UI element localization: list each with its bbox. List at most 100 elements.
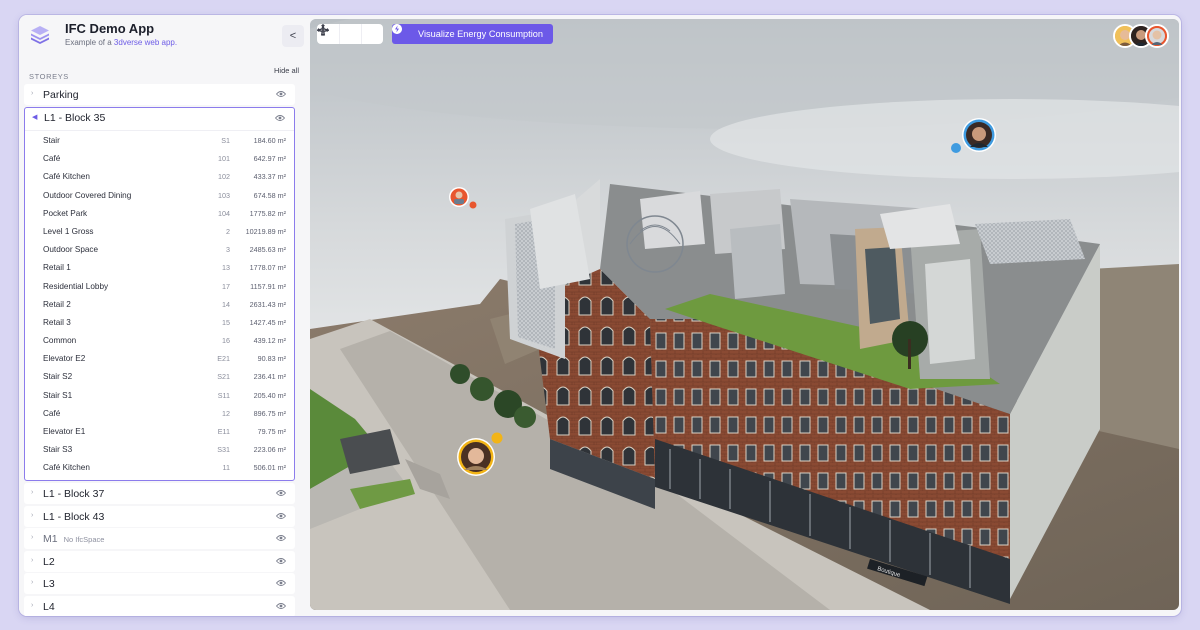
fly-tool-button[interactable] bbox=[317, 24, 361, 44]
storey-item[interactable]: › L4 bbox=[24, 596, 295, 616]
caret-right-icon[interactable]: › bbox=[31, 579, 33, 586]
storey-name: L1 - Block 43 bbox=[43, 510, 105, 523]
space-row[interactable]: Elevator E1 E11 79.75 m² bbox=[25, 423, 294, 441]
storey-name: Parking bbox=[43, 89, 79, 101]
space-row[interactable]: Residential Lobby 17 1157.91 m² bbox=[25, 278, 294, 296]
space-name: Stair S1 bbox=[43, 390, 73, 400]
divider bbox=[25, 130, 294, 131]
space-code: 11 bbox=[222, 463, 230, 473]
space-code: 3 bbox=[226, 245, 230, 255]
space-area: 642.97 m² bbox=[253, 154, 286, 164]
space-area: 433.37 m² bbox=[253, 172, 286, 182]
caret-right-icon[interactable]: › bbox=[31, 534, 33, 541]
space-area: 223.06 m² bbox=[253, 445, 286, 455]
space-area: 184.60 m² bbox=[253, 136, 286, 145]
app-title: IFC Demo App bbox=[65, 21, 155, 36]
space-area: 236.41 m² bbox=[253, 372, 286, 382]
3d-viewport[interactable]: Boutique Visualize Energy Consumption bbox=[310, 19, 1179, 610]
app-window: IFC Demo App Example of a 3dverse web ap… bbox=[19, 15, 1181, 616]
storey-name-wrap: L3 bbox=[43, 578, 55, 590]
storey-item-expanded[interactable]: ◀ L1 - Block 35 Stair S1 184.60 m² Café 101 6… bbox=[24, 107, 295, 481]
space-name: Outdoor Covered Dining bbox=[43, 190, 132, 200]
app-subtitle: Example of a 3dverse web app. bbox=[65, 38, 177, 47]
storey-item[interactable]: › L3 bbox=[24, 573, 295, 595]
space-row[interactable]: Stair S1 184.60 m² bbox=[25, 132, 294, 150]
space-name: Stair S2 bbox=[43, 372, 73, 382]
space-name: Stair bbox=[43, 136, 60, 145]
space-area: 674.58 m² bbox=[253, 190, 286, 200]
app-subtitle-text: Example of a bbox=[65, 38, 114, 47]
hide-all-button[interactable]: Hide all bbox=[274, 66, 299, 75]
storey-name: L1 - Block 37 bbox=[43, 488, 105, 500]
space-name: Level 1 Gross bbox=[43, 226, 94, 236]
space-row[interactable]: Common 16 439.12 m² bbox=[25, 332, 294, 350]
visibility-eye-icon[interactable] bbox=[276, 90, 286, 98]
space-row[interactable]: Outdoor Covered Dining 103 674.58 m² bbox=[25, 187, 294, 205]
space-code: 15 bbox=[222, 317, 230, 327]
sidebar: IFC Demo App Example of a 3dverse web ap… bbox=[19, 15, 304, 616]
storey-item[interactable]: › Parking bbox=[24, 84, 295, 105]
visibility-eye-icon[interactable] bbox=[275, 114, 285, 122]
space-name: Residential Lobby bbox=[43, 281, 109, 291]
storey-item[interactable]: › M1 No IfcSpace bbox=[24, 528, 295, 550]
space-name: Café Kitchen bbox=[43, 463, 90, 473]
space-name: Café Kitchen bbox=[43, 172, 90, 182]
app-subtitle-link[interactable]: 3dverse web app. bbox=[114, 38, 177, 47]
storey-name-wrap: L2 bbox=[43, 556, 55, 568]
visibility-eye-icon[interactable] bbox=[276, 557, 286, 565]
space-area: 205.40 m² bbox=[253, 390, 286, 400]
more-options-button[interactable] bbox=[317, 24, 383, 44]
caret-right-icon[interactable]: › bbox=[31, 512, 33, 519]
space-row[interactable]: Café 101 642.97 m² bbox=[25, 150, 294, 168]
space-row[interactable]: Pocket Park 104 1775.82 m² bbox=[25, 205, 294, 223]
space-row[interactable]: Retail 1 13 1778.07 m² bbox=[25, 259, 294, 277]
space-area: 1427.45 m² bbox=[249, 317, 286, 327]
space-row[interactable]: Café 12 896.75 m² bbox=[25, 405, 294, 423]
space-name: Retail 3 bbox=[43, 317, 71, 327]
space-code: E21 bbox=[217, 354, 230, 364]
visibility-eye-icon[interactable] bbox=[276, 512, 286, 520]
space-code: S11 bbox=[217, 390, 230, 400]
space-row[interactable]: Stair S3 S31 223.06 m² bbox=[25, 441, 294, 459]
caret-down-icon[interactable]: ◀ bbox=[32, 113, 37, 121]
caret-right-icon[interactable]: › bbox=[31, 602, 33, 609]
space-code: 12 bbox=[222, 408, 230, 418]
visibility-eye-icon[interactable] bbox=[276, 602, 286, 610]
space-name: Elevator E1 bbox=[43, 427, 86, 436]
space-row[interactable]: Level 1 Gross 2 10219.89 m² bbox=[25, 223, 294, 241]
storey-item[interactable]: › L1 - Block 37 bbox=[24, 483, 295, 504]
visualize-energy-button[interactable]: Visualize Energy Consumption bbox=[392, 24, 553, 44]
space-name: Pocket Park bbox=[43, 208, 88, 218]
space-area: 1157.91 m² bbox=[250, 281, 286, 291]
space-name: Elevator E2 bbox=[43, 354, 86, 364]
space-area: 896.75 m² bbox=[253, 408, 286, 418]
space-row[interactable]: Elevator E2 E21 90.83 m² bbox=[25, 350, 294, 368]
space-row[interactable]: Retail 2 14 2631.43 m² bbox=[25, 296, 294, 314]
space-code: S1 bbox=[221, 136, 230, 145]
storey-item[interactable]: › L1 - Block 43 bbox=[24, 505, 295, 527]
space-row[interactable]: Retail 3 15 1427.45 m² bbox=[25, 314, 294, 332]
visibility-eye-icon[interactable] bbox=[276, 534, 286, 542]
visibility-eye-icon[interactable] bbox=[276, 579, 286, 587]
space-row[interactable]: Outdoor Space 3 2485.63 m² bbox=[25, 241, 294, 259]
space-row[interactable]: Stair S2 S21 236.41 m² bbox=[25, 368, 294, 386]
storey-note: No IfcSpace bbox=[63, 535, 105, 545]
space-code: S31 bbox=[217, 445, 230, 455]
more-icon bbox=[317, 28, 329, 32]
caret-right-icon[interactable]: › bbox=[31, 489, 33, 496]
collapse-sidebar-button[interactable]: < bbox=[282, 25, 304, 47]
3d-scene: Boutique bbox=[310, 19, 1179, 610]
storeys-header: STOREYS Hide all bbox=[29, 66, 299, 81]
space-name: Outdoor Space bbox=[43, 245, 99, 255]
space-row[interactable]: Café Kitchen 11 506.01 m² bbox=[25, 459, 294, 477]
storey-name-wrap: L1 - Block 43 bbox=[43, 511, 104, 523]
space-row[interactable]: Café Kitchen 102 433.37 m² bbox=[25, 168, 294, 186]
avatar[interactable] bbox=[1145, 24, 1169, 48]
visibility-eye-icon[interactable] bbox=[276, 489, 286, 497]
caret-right-icon[interactable]: › bbox=[31, 90, 33, 97]
storey-item[interactable]: › L2 bbox=[24, 550, 295, 572]
visualize-energy-label: Visualize Energy Consumption bbox=[418, 29, 543, 39]
space-row[interactable]: Stair S1 S11 205.40 m² bbox=[25, 387, 294, 405]
storey-name-wrap: Parking bbox=[43, 89, 79, 101]
caret-right-icon[interactable]: › bbox=[31, 557, 33, 564]
